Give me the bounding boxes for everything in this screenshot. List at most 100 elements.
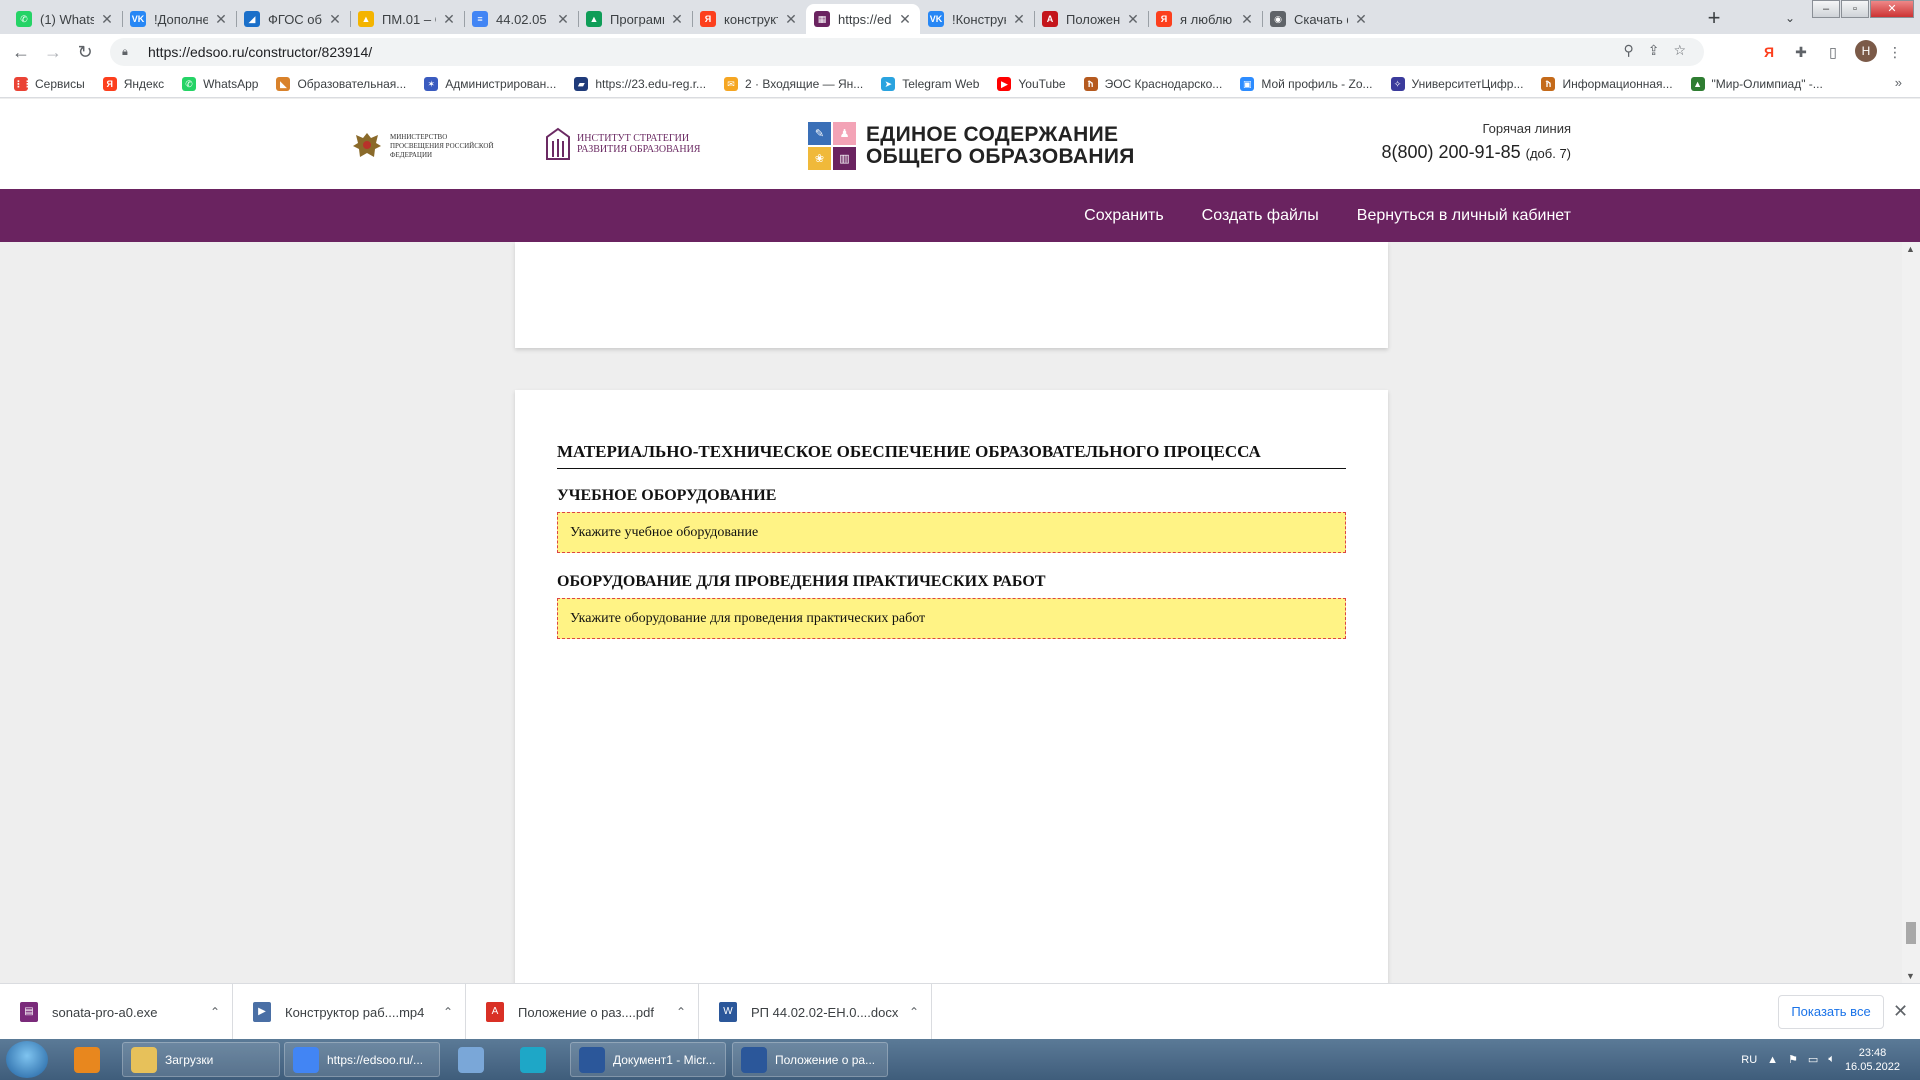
start-button[interactable] [6,1041,48,1078]
zoom-icon[interactable]: ⚲ [1623,42,1633,59]
bookmark-item[interactable]: ✆ WhatsApp [182,76,258,91]
close-icon[interactable]: ✕ [1893,1001,1908,1022]
browser-tab[interactable]: ◢ ФГОС обучен ✕ [236,4,350,34]
close-tab-icon[interactable]: ✕ [784,11,798,28]
tab-title: 44.02.05 РП М [496,11,550,27]
institute-logo[interactable]: Институт стратегии развития образования [545,127,700,161]
taskbar-app[interactable] [512,1042,558,1077]
address-bar[interactable]: 🔒︎ https://edsoo.ru/constructor/823914/ … [110,38,1704,66]
taskbar-app[interactable] [66,1042,112,1077]
back-arrow-icon[interactable]: ← [9,40,33,64]
taskbar-app[interactable]: Документ1 - Micr... [570,1042,726,1077]
clock[interactable]: 23:48 16.05.2022 [1845,1046,1900,1074]
action-center-icon[interactable]: ⚑ [1788,1053,1798,1066]
tab-search-button[interactable]: ⌄ [1778,6,1802,30]
side-panel-icon[interactable]: ▯ [1822,41,1844,63]
minimize-button[interactable]: – [1812,0,1840,18]
bookmark-item[interactable]: Я Яндекс [102,76,164,91]
language-indicator[interactable]: RU [1741,1054,1757,1066]
download-item[interactable]: A Положение о раз....pdf ⌃ [466,984,699,1040]
browser-tab[interactable]: ✆ (1) WhatsApp ✕ [8,4,122,34]
tray-arrow-icon[interactable]: ▲ [1767,1054,1778,1066]
close-tab-icon[interactable]: ✕ [556,11,570,28]
close-tab-icon[interactable]: ✕ [442,11,456,28]
new-tab-button[interactable]: + [1700,5,1728,33]
forward-arrow-icon[interactable]: → [41,40,65,64]
bookmark-item[interactable]: ▶ YouTube [997,76,1066,91]
chevron-up-icon[interactable]: ⌃ [676,1005,686,1019]
volume-icon[interactable]: 🔈︎ [1828,1053,1835,1066]
save-button[interactable]: Сохранить [1084,207,1164,225]
scroll-up-icon[interactable]: ▲ [1906,244,1915,254]
network-icon[interactable]: ▭ [1808,1053,1818,1066]
browser-tab[interactable]: ▦ https://edsoo ✕ [806,4,920,34]
close-tab-icon[interactable]: ✕ [1354,11,1368,28]
hotline-block: Горячая линия 8(800) 200-91-85 (доб. 7) [1382,121,1572,163]
bookmark-item[interactable]: ħ Информационная... [1541,76,1673,91]
scrollbar-thumb[interactable] [1906,922,1916,944]
equipment-field[interactable]: Укажите учебное оборудование [557,512,1346,553]
bookmark-item[interactable]: ➤ Telegram Web [881,76,979,91]
browser-tab[interactable]: Яконструкторо ✕ [692,4,806,34]
close-tab-icon[interactable]: ✕ [214,11,228,28]
close-tab-icon[interactable]: ✕ [328,11,342,28]
browser-tab[interactable]: ▲ ПМ.01 – Goog ✕ [350,4,464,34]
practical-equipment-field[interactable]: Укажите оборудование для проведения прак… [557,598,1346,639]
share-icon[interactable]: ⇪ [1648,42,1660,59]
browser-tab[interactable]: ≡ 44.02.05 РП М ✕ [464,4,578,34]
bookmark-item[interactable]: ⋮⋮ Сервисы [14,76,85,91]
bookmark-item[interactable]: ◣ Образовательная... [276,76,406,91]
bookmark-item[interactable]: ▰ https://23.edu-reg.r... [574,76,706,91]
taskbar-app[interactable] [450,1042,496,1077]
browser-tab[interactable]: VK !Конструктор ✕ [920,4,1034,34]
page-scrollbar[interactable]: ▲ ▼ [1902,242,1920,983]
edsoo-logo[interactable]: ✎ ♟ ❀ ▥ Единое содержание общего образов… [808,122,1135,170]
lock-icon[interactable]: 🔒︎ [122,46,136,59]
bookmark-item[interactable]: ✧ УниверситетЦифр... [1390,76,1523,91]
chevron-up-icon[interactable]: ⌃ [210,1005,220,1019]
bookmark-item[interactable]: ✶ Администрирован... [424,76,556,91]
download-item[interactable]: W РП 44.02.02-ЕН.0....docx ⌃ [699,984,932,1040]
chevron-up-icon[interactable]: ⌃ [909,1005,919,1019]
download-item[interactable]: ▤ sonata-pro-a0.exe ⌃ [0,984,233,1040]
tab-title: https://edsoo [838,11,892,27]
bookmark-item[interactable]: ħ ЭОС Краснодарско... [1083,76,1222,91]
browser-tab[interactable]: ▲ Программы Д ✕ [578,4,692,34]
profile-avatar[interactable]: Н [1855,40,1877,62]
close-tab-icon[interactable]: ✕ [100,11,114,28]
yandex-extension-icon[interactable]: Я [1758,41,1780,63]
more-bookmarks-icon[interactable]: » [1895,75,1902,90]
close-tab-icon[interactable]: ✕ [670,11,684,28]
browser-tab-strip: + ⌄ – ▫ ✕ ✆ (1) WhatsApp ✕ VK !Дополнение ✕ ◢ Ф… [0,0,1920,34]
show-all-downloads-button[interactable]: Показать все [1778,995,1884,1029]
close-tab-icon[interactable]: ✕ [1012,11,1026,28]
close-tab-icon[interactable]: ✕ [1126,11,1140,28]
close-tab-icon[interactable]: ✕ [1240,11,1254,28]
browser-tab[interactable]: ◉ Скачать файл ✕ [1262,4,1376,34]
bookmark-item[interactable]: ▣ Мой профиль - Zo... [1240,76,1373,91]
hotline-label: Горячая линия [1482,121,1571,136]
hotline-phone[interactable]: 8(800) 200-91-85 (доб. 7) [1382,142,1572,163]
bookmark-star-icon[interactable]: ☆ [1673,42,1686,59]
download-item[interactable]: ▶ Конструктор раб....mp4 ⌃ [233,984,466,1040]
back-to-cabinet-button[interactable]: Вернуться в личный кабинет [1357,207,1571,225]
extensions-puzzle-icon[interactable]: ✚ [1790,41,1812,63]
browser-tab[interactable]: A Положение о ✕ [1034,4,1148,34]
browser-tab[interactable]: VK !Дополнение ✕ [122,4,236,34]
scroll-down-icon[interactable]: ▼ [1906,971,1915,981]
bookmark-item[interactable]: ▲ "Мир-Олимпиад" -... [1690,76,1823,91]
ministry-logo[interactable]: Министерство просвещения Российской Феде… [350,129,502,163]
browser-tab[interactable]: Яя люблю пдф ✕ [1148,4,1262,34]
bookmark-item[interactable]: ✉ 2 · Входящие — Ян... [724,76,863,91]
chevron-up-icon[interactable]: ⌃ [443,1005,453,1019]
menu-kebab-icon[interactable]: ⋮ [1884,41,1906,63]
close-window-button[interactable]: ✕ [1870,0,1914,18]
taskbar-app[interactable]: Загрузки [122,1042,280,1077]
taskbar-app[interactable]: https://edsoo.ru/... [284,1042,440,1077]
create-files-button[interactable]: Создать файлы [1202,207,1319,225]
maximize-button[interactable]: ▫ [1841,0,1869,18]
taskbar-app[interactable]: Положение о ра... [732,1042,888,1077]
tab-title: Программы Д [610,11,664,27]
reload-icon[interactable]: ↻ [73,40,97,64]
close-tab-icon[interactable]: ✕ [898,11,912,28]
